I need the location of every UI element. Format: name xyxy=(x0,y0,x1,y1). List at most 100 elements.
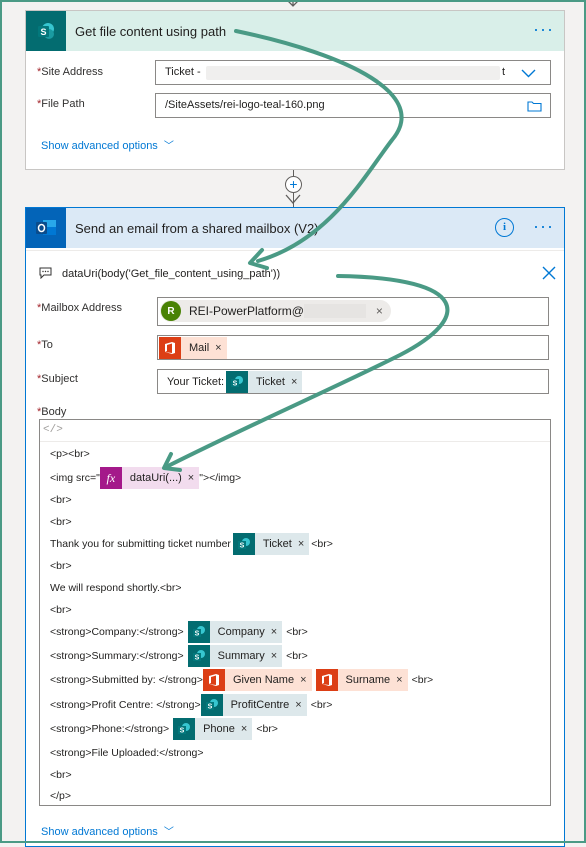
more-options-icon[interactable]: ··· xyxy=(533,19,554,40)
editor-toolbar: </> xyxy=(40,420,550,442)
body-label: *Body xyxy=(37,406,67,418)
body-line: <strong>Submitted by: </strong> Given Na… xyxy=(50,669,433,691)
body-line: </p> xyxy=(50,790,72,802)
body-line: Thank you for submitting ticket number S… xyxy=(50,533,333,555)
redacted-region xyxy=(206,66,500,80)
sharepoint-icon: S xyxy=(187,621,210,643)
comment-text: dataUri(body('Get_file_content_using_pat… xyxy=(62,268,281,280)
info-icon[interactable]: i xyxy=(495,218,514,237)
connector-arrow-icon xyxy=(285,194,301,204)
body-line: <br> xyxy=(50,604,72,616)
expression-token[interactable]: fx dataUri(...) × xyxy=(99,467,200,489)
send-email-card: Send an email from a shared mailbox (V2)… xyxy=(25,207,565,847)
card-header[interactable]: Send an email from a shared mailbox (V2)… xyxy=(26,208,564,248)
svg-text:S: S xyxy=(233,381,238,388)
show-advanced-options-link[interactable]: Show advanced options ﹀ xyxy=(41,823,174,838)
svg-text:S: S xyxy=(194,655,199,662)
site-address-label: *Site Address xyxy=(37,66,104,78)
office365-icon xyxy=(202,669,225,691)
remove-icon: × xyxy=(270,626,278,638)
connector-arrow-top xyxy=(286,0,300,7)
body-editor[interactable]: </> <p><br> <img src=" fx dataUri(...) × … xyxy=(39,419,551,806)
mailbox-value: REI-PowerPlatform@ xyxy=(189,304,304,318)
remove-icon: × xyxy=(240,723,248,735)
body-line: <br> xyxy=(50,516,72,528)
subject-prefix: Your Ticket: xyxy=(167,376,225,388)
mailbox-address-field[interactable]: R REI-PowerPlatform@ × xyxy=(157,297,549,326)
svg-text:S: S xyxy=(207,704,212,711)
sharepoint-icon: S xyxy=(232,533,255,555)
redacted-region xyxy=(303,304,366,318)
dynamic-token[interactable]: S Summary × xyxy=(187,645,283,667)
file-path-field[interactable]: /SiteAssets/rei-logo-teal-160.png xyxy=(155,93,551,118)
svg-text:S: S xyxy=(194,631,199,638)
remove-icon: × xyxy=(187,472,195,484)
folder-icon[interactable] xyxy=(527,100,542,112)
dynamic-token[interactable]: S Company × xyxy=(187,621,283,643)
sharepoint-icon: S xyxy=(26,11,66,51)
sharepoint-icon: S xyxy=(173,718,196,740)
dynamic-token[interactable]: Given Name × xyxy=(202,669,312,691)
mailbox-address-label: *Mailbox Address xyxy=(37,302,122,314)
site-address-value: Ticket - xyxy=(165,66,201,78)
svg-text:S: S xyxy=(180,728,185,735)
outlook-icon xyxy=(26,208,66,248)
site-address-suffix: t xyxy=(502,66,506,78)
remove-icon: × xyxy=(215,342,222,354)
sharepoint-icon: S xyxy=(200,694,223,716)
file-path-label: *File Path xyxy=(37,98,85,110)
chevron-down-icon: ﹀ xyxy=(163,141,174,152)
svg-text:S: S xyxy=(240,543,245,550)
remove-icon[interactable]: × xyxy=(376,304,383,318)
chevron-down-icon: ﹀ xyxy=(163,827,174,838)
dynamic-token[interactable]: Mail × xyxy=(159,337,227,359)
mailbox-pill: R REI-PowerPlatform@ × xyxy=(160,300,391,322)
fx-icon: fx xyxy=(99,467,122,489)
card-header[interactable]: S Get file content using path ··· xyxy=(26,11,564,51)
avatar: R xyxy=(161,301,181,321)
dynamic-token[interactable]: Surname × xyxy=(315,669,408,691)
remove-icon: × xyxy=(300,674,307,686)
card-title: Get file content using path xyxy=(75,24,227,39)
office365-icon xyxy=(315,669,338,691)
file-path-value: /SiteAssets/rei-logo-teal-160.png xyxy=(165,99,325,111)
subject-field[interactable]: Your Ticket: S Ticket × xyxy=(157,369,549,394)
comment-bar: dataUri(body('Get_file_content_using_pat… xyxy=(37,265,557,285)
to-label: *To xyxy=(37,339,53,351)
site-address-field[interactable]: Ticket - t xyxy=(155,60,551,85)
body-line: <strong>File Uploaded:</strong> xyxy=(50,747,204,759)
remove-icon: × xyxy=(297,538,305,550)
remove-icon: × xyxy=(396,674,403,686)
body-line: <strong>Phone:</strong> S Phone × <br> xyxy=(50,718,278,740)
office365-icon xyxy=(159,337,181,359)
dynamic-token[interactable]: S ProfitCentre × xyxy=(200,694,307,716)
body-line: <strong>Profit Centre: </strong> S Profi… xyxy=(50,694,332,716)
body-line: <strong>Company:</strong> S Company × <br… xyxy=(50,621,308,643)
to-field[interactable]: Mail × xyxy=(157,335,549,360)
card-title: Send an email from a shared mailbox (V2) xyxy=(75,221,319,236)
body-line: <strong>Summary:</strong> S Summary × <br… xyxy=(50,645,308,667)
comment-divider xyxy=(26,250,564,251)
more-options-icon[interactable]: ··· xyxy=(533,216,554,237)
dynamic-token[interactable]: S Ticket × xyxy=(226,371,303,393)
sharepoint-icon: S xyxy=(187,645,210,667)
svg-text:S: S xyxy=(40,27,46,37)
close-icon[interactable] xyxy=(541,265,557,281)
get-file-content-card: S Get file content using path ··· *Site … xyxy=(25,10,565,170)
code-view-icon[interactable]: </> xyxy=(43,424,63,436)
body-line: <p><br> xyxy=(50,448,90,460)
chevron-down-icon[interactable] xyxy=(521,69,536,78)
dynamic-token[interactable]: S Phone × xyxy=(173,718,253,740)
body-line: We will respond shortly.<br> xyxy=(50,582,182,594)
insert-step-button[interactable]: + xyxy=(285,176,302,193)
body-line: <br> xyxy=(50,494,72,506)
show-advanced-options-link[interactable]: Show advanced options ﹀ xyxy=(41,137,174,152)
subject-label: *Subject xyxy=(37,373,78,385)
body-line: <img src=" fx dataUri(...) × "></img> xyxy=(50,467,241,489)
comment-icon xyxy=(39,267,52,279)
dynamic-token[interactable]: S Ticket × xyxy=(232,533,310,555)
body-line: <br> xyxy=(50,560,72,572)
sharepoint-icon: S xyxy=(226,371,248,393)
remove-icon: × xyxy=(295,699,302,711)
remove-icon: × xyxy=(290,376,298,388)
